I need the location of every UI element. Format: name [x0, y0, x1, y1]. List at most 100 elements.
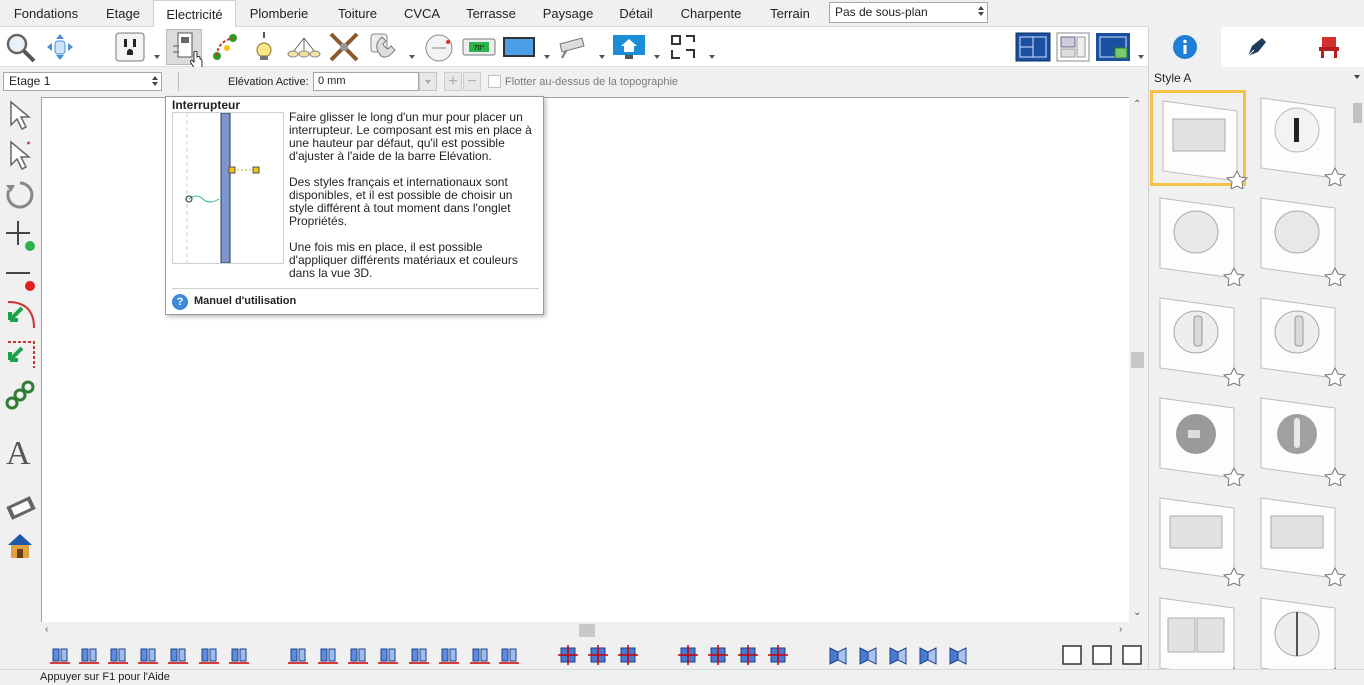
camera-dropdown-icon[interactable] [599, 55, 605, 59]
arc-tool-button[interactable] [2, 297, 38, 333]
user-manual-link[interactable]: Manuel d'utilisation [194, 295, 296, 307]
switch-style-item[interactable] [1251, 90, 1347, 187]
view-frame-2-button[interactable] [1091, 644, 1113, 666]
switch-style-item[interactable] [1251, 290, 1347, 387]
scroll-thumb[interactable] [579, 624, 595, 637]
scroll-left-icon[interactable]: ‹ [45, 624, 48, 635]
mirror-3-button[interactable] [887, 644, 909, 666]
switch-style-item[interactable] [1251, 190, 1347, 287]
phone-dropdown-icon[interactable] [409, 55, 415, 59]
tab-detail[interactable]: Détail [612, 0, 660, 27]
distribute-3-button[interactable] [347, 644, 369, 666]
switch-style-item[interactable] [1251, 590, 1347, 669]
select-button[interactable] [2, 97, 38, 133]
chain-button[interactable] [2, 377, 38, 413]
zoom-button[interactable] [2, 29, 38, 65]
stretch-1-button[interactable] [677, 644, 699, 666]
elevation-dropdown-button[interactable] [419, 72, 437, 91]
canvas-vertical-scrollbar[interactable]: ⌃ ⌄ [1129, 97, 1146, 623]
stretch-4-button[interactable] [767, 644, 789, 666]
distribute-2-button[interactable] [317, 644, 339, 666]
distribute-1-button[interactable] [287, 644, 309, 666]
elevation-increase-button[interactable]: + [444, 72, 462, 91]
outlet-dropdown-icon[interactable] [154, 55, 160, 59]
space-2-button[interactable] [438, 644, 460, 666]
pan-button[interactable] [42, 29, 78, 65]
home-automation-button[interactable] [611, 29, 647, 65]
canvas-horizontal-scrollbar[interactable]: ‹ › [41, 622, 1129, 639]
layout-view-button[interactable] [1055, 29, 1091, 65]
switch-style-item[interactable] [1150, 590, 1246, 669]
thermostat-button[interactable]: 70° [461, 29, 497, 65]
break-line-button[interactable] [2, 337, 38, 373]
align-center-both-button[interactable] [137, 644, 159, 666]
smoke-detector-button[interactable] [421, 29, 457, 65]
scroll-thumb[interactable] [1353, 103, 1362, 123]
add-point-button[interactable] [2, 217, 38, 253]
space-4-button[interactable] [498, 644, 520, 666]
switch-style-item[interactable] [1150, 290, 1246, 387]
tab-plomberie[interactable]: Plomberie [242, 0, 316, 27]
select-multiple-button[interactable] [2, 137, 38, 173]
align-top-button[interactable] [167, 644, 189, 666]
camera-button[interactable] [556, 29, 592, 65]
tab-info[interactable] [1149, 27, 1221, 67]
remove-point-button[interactable] [2, 257, 38, 293]
text-tool-button[interactable]: A [2, 433, 38, 469]
view-frame-3-button[interactable] [1121, 644, 1143, 666]
3d-view-button[interactable] [1095, 29, 1131, 65]
tab-library[interactable] [1293, 27, 1364, 67]
wiring-schematic-button[interactable] [666, 29, 702, 65]
tv-dropdown-icon[interactable] [544, 55, 550, 59]
rotate-button[interactable] [2, 177, 38, 213]
tab-paysage[interactable]: Paysage [536, 0, 600, 27]
stretch-3-button[interactable] [737, 644, 759, 666]
layer-button[interactable] [2, 489, 38, 525]
mirror-2-button[interactable] [857, 644, 879, 666]
library-scrollbar[interactable] [1351, 89, 1364, 669]
tab-materials[interactable] [1221, 27, 1293, 67]
scroll-up-icon[interactable]: ⌃ [1133, 99, 1141, 110]
switch-style-item[interactable] [1251, 490, 1347, 587]
outlet-button[interactable] [112, 29, 148, 65]
scroll-thumb[interactable] [1131, 352, 1144, 368]
scroll-right-icon[interactable]: › [1119, 624, 1122, 635]
plan-view-button[interactable] [1015, 29, 1051, 65]
tab-fondations[interactable]: Fondations [3, 0, 89, 27]
mirror-5-button[interactable] [947, 644, 969, 666]
tab-toiture[interactable]: Toiture [330, 0, 385, 27]
home-automation-dropdown-icon[interactable] [654, 55, 660, 59]
distribute-4-button[interactable] [377, 644, 399, 666]
switch-style-item[interactable] [1150, 190, 1246, 287]
tab-electricite[interactable]: Electricité [153, 0, 236, 28]
align-middle-button[interactable] [198, 644, 220, 666]
resize-width-button[interactable] [557, 644, 579, 666]
tv-button[interactable] [501, 29, 537, 65]
elevation-input[interactable]: 0 mm [313, 72, 419, 91]
phone-button[interactable] [366, 29, 402, 65]
mirror-1-button[interactable] [827, 644, 849, 666]
switch-style-item[interactable] [1150, 490, 1246, 587]
view-frame-1-button[interactable] [1061, 644, 1083, 666]
align-bottom-button[interactable] [228, 644, 250, 666]
stretch-2-button[interactable] [707, 644, 729, 666]
view-dropdown-icon[interactable] [1138, 55, 1144, 59]
light-fixture-button[interactable] [246, 29, 282, 65]
tab-etage[interactable]: Etage [95, 0, 151, 27]
3d-house-button[interactable] [2, 527, 38, 563]
style-select[interactable]: Style A [1148, 67, 1364, 89]
elevation-decrease-button[interactable]: − [463, 72, 481, 91]
resize-height-button[interactable] [587, 644, 609, 666]
mirror-4-button[interactable] [917, 644, 939, 666]
switch-style-item[interactable] [1251, 390, 1347, 487]
align-center-button[interactable] [78, 644, 100, 666]
subplan-select[interactable]: Pas de sous-plan [829, 2, 988, 23]
align-left-button[interactable] [49, 644, 71, 666]
ceiling-fan-button[interactable] [326, 29, 362, 65]
space-1-button[interactable] [408, 644, 430, 666]
tab-cvca[interactable]: CVCA [398, 0, 446, 27]
float-topography-checkbox[interactable] [488, 75, 501, 88]
floor-select[interactable]: Etage 1 [3, 72, 162, 91]
help-icon[interactable]: ? [172, 294, 188, 310]
resize-both-button[interactable] [617, 644, 639, 666]
